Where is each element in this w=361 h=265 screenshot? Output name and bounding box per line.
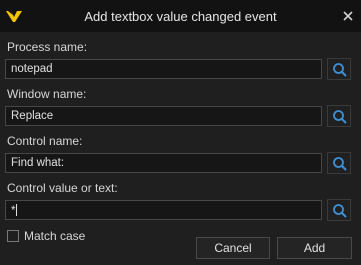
magnifier-icon (333, 63, 347, 77)
control-value-search-button[interactable] (327, 199, 351, 221)
cancel-button[interactable]: Cancel (196, 237, 270, 259)
control-name-search-button[interactable] (327, 152, 351, 174)
process-name-label: Process name: (7, 40, 88, 54)
dialog-window: Add textbox value changed event Process … (0, 0, 361, 265)
window-name-label: Window name: (7, 87, 87, 101)
control-name-field[interactable]: Find what: (5, 153, 322, 173)
magnifier-icon (333, 110, 347, 124)
control-name-label: Control name: (7, 134, 83, 148)
magnifier-icon (333, 204, 347, 218)
title-bar[interactable]: Add textbox value changed event (0, 0, 361, 32)
text-caret (16, 204, 18, 216)
match-case-checkbox[interactable] (7, 230, 19, 242)
window-name-field[interactable]: Replace (5, 106, 322, 126)
window-name-search-button[interactable] (327, 105, 351, 127)
match-case-label[interactable]: Match case (24, 229, 85, 243)
add-button[interactable]: Add (277, 237, 352, 259)
process-name-field[interactable]: notepad (5, 59, 322, 79)
close-icon[interactable] (340, 8, 356, 24)
magnifier-icon (333, 157, 347, 171)
control-value-label: Control value or text: (7, 181, 118, 195)
dialog-title: Add textbox value changed event (84, 9, 277, 24)
control-value-field[interactable]: * (5, 200, 322, 220)
control-value-text: * (11, 205, 16, 217)
process-name-search-button[interactable] (327, 58, 351, 80)
